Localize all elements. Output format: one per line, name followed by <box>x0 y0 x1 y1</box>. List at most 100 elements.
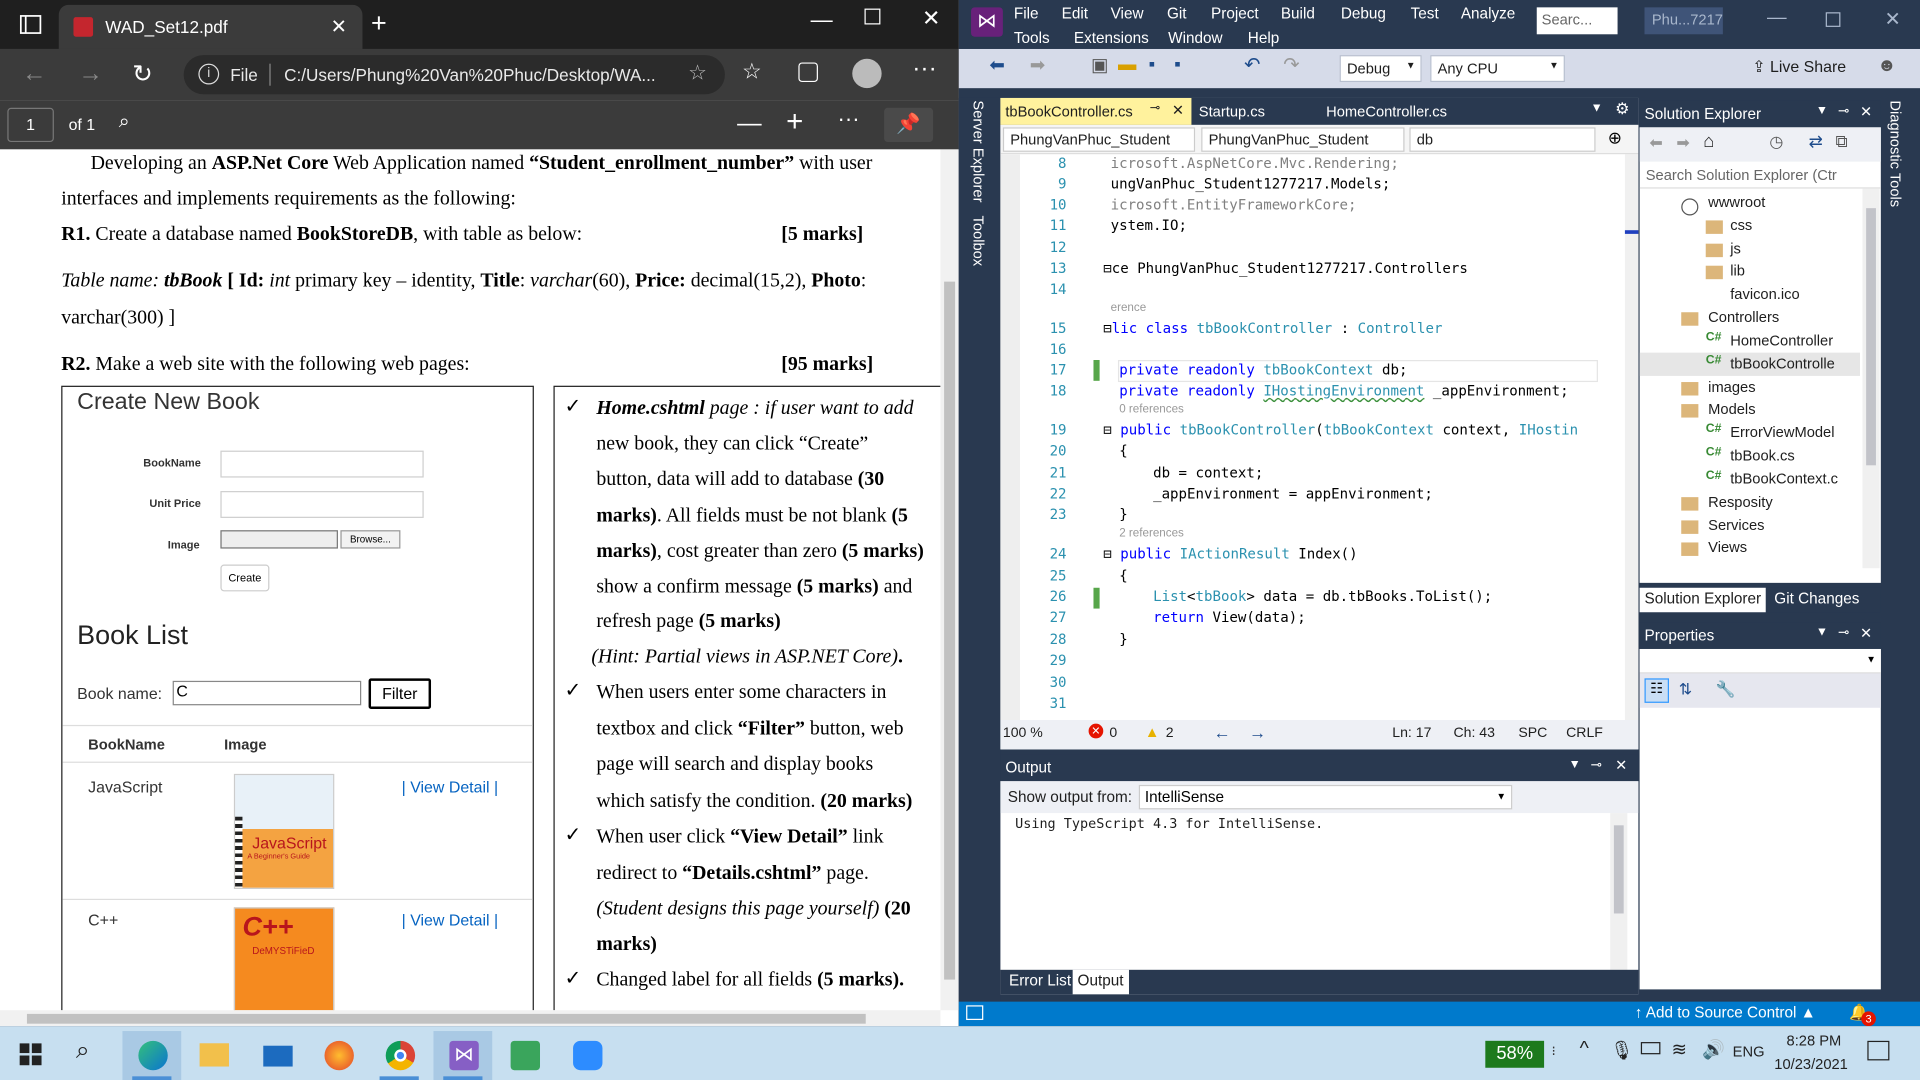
close-tab-icon[interactable]: ✕ <box>331 15 347 39</box>
tray-chevron-icon[interactable]: ^ <box>1580 1038 1589 1060</box>
overflow-icon[interactable]: ⁝ <box>1551 1043 1555 1059</box>
member-dropdown[interactable]: db <box>1409 127 1596 152</box>
property-pages-icon[interactable]: 🔧 <box>1716 680 1736 700</box>
next-issue-icon[interactable]: → <box>1249 722 1266 742</box>
settings-icon[interactable]: ⚙ <box>1615 99 1629 119</box>
close-window-icon[interactable]: ✕ <box>922 6 940 32</box>
menu-extensions[interactable]: Extensions <box>1074 29 1149 46</box>
tree-item-tbbookcontext[interactable]: tbBookContext.c <box>1730 470 1838 487</box>
info-icon[interactable]: i <box>198 63 220 85</box>
se-search[interactable]: Search Solution Explorer (Ctr <box>1639 162 1881 189</box>
refresh-icon[interactable]: ↻ <box>132 59 153 90</box>
vs-close-icon[interactable]: ✕ <box>1885 7 1901 31</box>
tab-git-changes[interactable]: Git Changes <box>1769 588 1864 612</box>
platform-dropdown[interactable]: Any CPU ▼ <box>1430 55 1565 83</box>
mail-taskbar-icon[interactable] <box>247 1031 306 1080</box>
zoom-in-icon[interactable]: + <box>786 105 803 139</box>
menu-analyze[interactable]: Analyze <box>1461 5 1515 22</box>
tab-error-list[interactable]: Error List <box>1004 970 1076 994</box>
battery-percent[interactable]: 58% <box>1485 1040 1545 1068</box>
se-forward-icon[interactable]: ➡ <box>1676 133 1689 153</box>
diagnostic-tools-tab[interactable]: Diagnostic Tools <box>1887 100 1904 207</box>
project-dropdown[interactable]: PhungVanPhuc_Student <box>1002 127 1196 152</box>
se-sync-icon[interactable]: ⇄ <box>1809 131 1823 152</box>
prev-issue-icon[interactable]: ← <box>1213 722 1230 742</box>
menu-view[interactable]: View <box>1111 5 1144 22</box>
tree-item-lib[interactable]: lib <box>1730 262 1745 279</box>
volume-icon[interactable]: 🔊 <box>1702 1038 1725 1061</box>
chrome-taskbar-icon[interactable] <box>370 1031 429 1080</box>
scroll-thumb[interactable] <box>26 1013 866 1024</box>
favorites-icon[interactable]: ☆ <box>742 59 762 85</box>
add-to-source-control[interactable]: ↑ Add to Source Control ▲ <box>1635 1004 1816 1021</box>
live-share-button[interactable]: ⇪ Live Share <box>1752 58 1846 78</box>
tree-item-css[interactable]: css <box>1730 217 1752 234</box>
output-close-icon[interactable]: ✕ <box>1615 757 1627 774</box>
menu-window[interactable]: Window <box>1168 29 1222 46</box>
tree-item-services[interactable]: Services <box>1708 517 1764 534</box>
pdf-horizontal-scrollbar[interactable] <box>0 1010 941 1027</box>
tree-item-tbbookcontroller[interactable]: tbBookControlle <box>1730 355 1835 372</box>
tab-solution-explorer[interactable]: Solution Explorer <box>1639 587 1766 613</box>
tree-item-resposity[interactable]: Resposity <box>1708 493 1773 510</box>
new-item-icon[interactable]: ▣ <box>1091 54 1108 76</box>
menu-edit[interactable]: Edit <box>1062 5 1088 22</box>
close-tab-icon[interactable]: ✕ <box>1172 102 1184 119</box>
server-explorer-tab[interactable]: Server Explorer <box>970 100 987 202</box>
favorite-add-icon[interactable]: ☆ <box>688 61 707 85</box>
tree-item-wwwroot[interactable]: wwwroot <box>1708 193 1765 210</box>
reference-count[interactable]: 2 references <box>1119 527 1184 540</box>
error-count[interactable]: 0 <box>1109 726 1117 741</box>
visual-studio-taskbar-icon[interactable]: ⋈ <box>433 1031 493 1080</box>
output-dropdown-icon[interactable]: ▼ <box>1569 758 1581 771</box>
save-all-icon[interactable]: ▪ <box>1174 54 1181 75</box>
tree-item-images[interactable]: images <box>1708 378 1755 395</box>
forward-icon[interactable]: → <box>78 60 102 88</box>
tree-item-homecontroller[interactable]: HomeController <box>1730 332 1833 349</box>
se-dropdown-icon[interactable]: ▼ <box>1816 104 1828 117</box>
minimize-icon[interactable]: — <box>811 7 833 33</box>
warning-count[interactable]: 2 <box>1166 726 1174 741</box>
snip-taskbar-icon[interactable] <box>495 1031 554 1080</box>
tree-item-js[interactable]: js <box>1730 240 1741 257</box>
tree-item-models[interactable]: Models <box>1708 400 1755 417</box>
menu-help[interactable]: Help <box>1248 29 1279 46</box>
reference-count[interactable]: erence <box>1111 301 1147 314</box>
menu-git[interactable]: Git <box>1167 5 1187 22</box>
pdf-more-icon[interactable]: ··· <box>838 107 860 133</box>
firefox-taskbar-icon[interactable] <box>309 1031 368 1080</box>
menu-file[interactable]: File <box>1014 5 1039 22</box>
config-dropdown[interactable]: Debug ▼ <box>1339 55 1422 83</box>
code-area[interactable]: 8 icrosoft.AspNetCore.Mvc.Rendering; 9 ung… <box>1000 154 1625 721</box>
tab-output[interactable]: Output <box>1072 969 1129 995</box>
clock-date[interactable]: 10/23/2021 <box>1774 1056 1848 1073</box>
tab-tbbookcontroller[interactable]: tbBookController.cs ⊸ ✕ <box>1000 97 1192 125</box>
output-scrollbar[interactable] <box>1610 813 1628 983</box>
new-tab-icon[interactable]: + <box>371 7 387 39</box>
clock-time[interactable]: 8:28 PM <box>1787 1032 1842 1049</box>
vs-minimize-icon[interactable]: — <box>1767 7 1787 29</box>
tree-item-errorviewmodel[interactable]: ErrorViewModel <box>1730 424 1834 441</box>
language-indicator[interactable]: ENG <box>1733 1043 1765 1060</box>
more-icon[interactable]: ··· <box>912 55 936 83</box>
menu-test[interactable]: Test <box>1411 5 1439 22</box>
se-pin-icon[interactable]: ⊸ <box>1838 103 1849 119</box>
menu-build[interactable]: Build <box>1281 5 1315 22</box>
tree-item-views[interactable]: Views <box>1708 539 1747 556</box>
edge-taskbar-icon[interactable] <box>122 1031 182 1080</box>
undo-icon[interactable]: ↶ <box>1244 53 1260 77</box>
nav-back-icon[interactable]: ⬅ <box>989 54 1004 76</box>
taskbar-search-icon[interactable]: ⌕ <box>76 1037 90 1065</box>
nav-forward-icon[interactable]: ➡ <box>1030 54 1045 76</box>
pin-toolbar-icon[interactable]: 📌 <box>884 107 934 143</box>
se-history-icon[interactable]: ◷ <box>1769 132 1783 152</box>
categorized-icon[interactable]: ☷ <box>1644 678 1669 703</box>
split-icon[interactable]: ⊕ <box>1608 127 1622 148</box>
tree-item-controllers[interactable]: Controllers <box>1708 309 1779 326</box>
tab-dropdown-icon[interactable]: ▼ <box>1591 102 1603 115</box>
tab-startup[interactable]: Startup.cs <box>1194 98 1316 125</box>
pdf-vertical-scrollbar[interactable] <box>940 149 959 1011</box>
feedback-icon[interactable]: ☻ <box>1877 55 1896 76</box>
se-scrollbar[interactable] <box>1862 188 1880 569</box>
menu-debug[interactable]: Debug <box>1341 5 1386 22</box>
